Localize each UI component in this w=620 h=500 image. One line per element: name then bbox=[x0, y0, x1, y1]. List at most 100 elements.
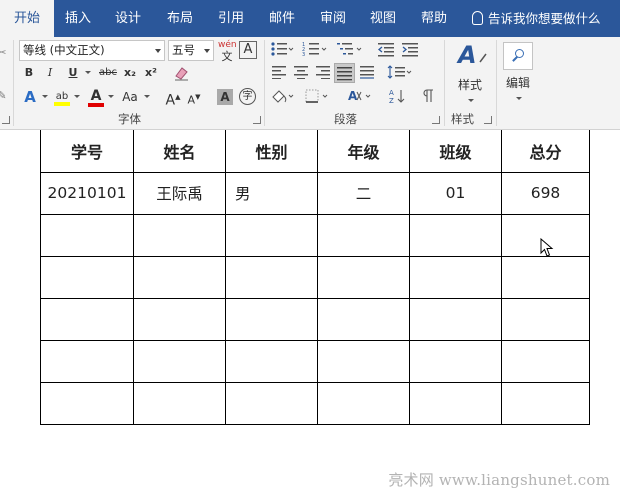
font-color-dropdown-icon[interactable] bbox=[106, 87, 114, 107]
table-cell[interactable] bbox=[40, 255, 134, 299]
table-cell[interactable] bbox=[409, 297, 502, 341]
align-center-button[interactable] bbox=[292, 65, 310, 85]
clear-formatting-icon[interactable] bbox=[173, 64, 191, 82]
table-cell[interactable] bbox=[409, 213, 502, 257]
font-size-combo[interactable]: 五号 bbox=[168, 40, 214, 61]
grow-font-button[interactable]: A▲ bbox=[165, 87, 181, 109]
clipboard-launcher-icon[interactable] bbox=[2, 116, 10, 124]
subscript-button[interactable]: x₂ bbox=[121, 63, 139, 83]
change-case-button[interactable]: Aa bbox=[118, 87, 142, 107]
phonetic-guide-icon[interactable]: wén 文 bbox=[218, 39, 237, 63]
table-cell[interactable]: 二 bbox=[317, 171, 410, 215]
table-cell[interactable] bbox=[225, 339, 318, 383]
shading-button[interactable] bbox=[270, 88, 296, 108]
table-cell[interactable] bbox=[133, 297, 226, 341]
table-cell[interactable] bbox=[501, 297, 590, 341]
strikethrough-button[interactable]: abc bbox=[96, 63, 120, 83]
cut-icon[interactable]: ✂ bbox=[0, 43, 8, 63]
document-page[interactable]: 学号 姓名 性别 年级 班级 总分 20210101 王际禹 男 二 01 69… bbox=[0, 130, 620, 500]
underline-dropdown-icon[interactable] bbox=[82, 63, 92, 83]
underline-button[interactable]: U bbox=[64, 63, 82, 83]
table-cell[interactable] bbox=[409, 255, 502, 299]
shrink-font-button[interactable]: A▼ bbox=[186, 87, 202, 107]
table-cell[interactable]: 男 bbox=[225, 171, 318, 215]
superscript-button[interactable]: x² bbox=[142, 63, 160, 83]
table-cell[interactable] bbox=[133, 339, 226, 383]
table-cell[interactable] bbox=[225, 381, 318, 425]
table-cell[interactable] bbox=[317, 297, 410, 341]
word-table[interactable]: 学号 姓名 性别 年级 班级 总分 20210101 王际禹 男 二 01 69… bbox=[40, 130, 590, 425]
editing-dropdown-icon[interactable] bbox=[513, 89, 523, 109]
highlight-button[interactable]: ab bbox=[52, 86, 72, 108]
italic-button[interactable]: I bbox=[42, 63, 58, 83]
table-cell[interactable] bbox=[317, 255, 410, 299]
text-effects-button[interactable]: A bbox=[20, 87, 40, 107]
table-cell[interactable] bbox=[501, 255, 590, 299]
header-cell-class[interactable]: 班级 bbox=[409, 130, 502, 173]
table-cell[interactable] bbox=[133, 213, 226, 257]
numbering-button[interactable]: 123 bbox=[302, 41, 328, 61]
header-cell-grade[interactable]: 年级 bbox=[317, 130, 410, 173]
table-cell[interactable] bbox=[40, 381, 134, 425]
sort-button[interactable]: AZ bbox=[389, 88, 411, 108]
table-cell[interactable] bbox=[225, 213, 318, 257]
tab-home[interactable]: 开始 bbox=[0, 0, 54, 38]
table-cell[interactable] bbox=[225, 297, 318, 341]
table-cell[interactable] bbox=[40, 213, 134, 257]
bullets-button[interactable] bbox=[270, 41, 294, 61]
table-cell[interactable] bbox=[317, 339, 410, 383]
table-cell[interactable] bbox=[225, 255, 318, 299]
styles-dialog-launcher-icon[interactable] bbox=[484, 116, 492, 124]
table-cell[interactable] bbox=[409, 339, 502, 383]
align-left-button[interactable] bbox=[270, 65, 288, 85]
distributed-button[interactable] bbox=[358, 65, 376, 85]
change-case-dropdown-icon[interactable] bbox=[142, 87, 150, 107]
table-cell[interactable] bbox=[501, 339, 590, 383]
justify-button[interactable] bbox=[334, 63, 355, 83]
line-spacing-button[interactable] bbox=[387, 65, 413, 85]
tab-help[interactable]: 帮助 bbox=[410, 0, 458, 37]
format-painter-icon[interactable]: ✎ bbox=[0, 86, 8, 106]
font-dialog-launcher-icon[interactable] bbox=[253, 116, 261, 124]
styles-dropdown-icon[interactable] bbox=[465, 91, 475, 111]
table-cell[interactable] bbox=[501, 381, 590, 425]
decrease-indent-button[interactable] bbox=[376, 41, 396, 61]
sort-asian-layout-button[interactable]: A bbox=[347, 88, 375, 108]
tab-design[interactable]: 设计 bbox=[104, 0, 152, 37]
tab-layout[interactable]: 布局 bbox=[156, 0, 204, 37]
character-border-icon[interactable]: A bbox=[239, 41, 257, 59]
table-cell[interactable] bbox=[40, 297, 134, 341]
table-cell[interactable]: 王际禹 bbox=[133, 171, 226, 215]
table-cell[interactable] bbox=[409, 381, 502, 425]
paragraph-dialog-launcher-icon[interactable] bbox=[432, 116, 440, 124]
table-cell[interactable] bbox=[40, 339, 134, 383]
header-cell-total-score[interactable]: 总分 bbox=[501, 130, 590, 173]
table-cell[interactable] bbox=[317, 381, 410, 425]
multilevel-list-button[interactable] bbox=[336, 41, 364, 61]
tell-me-search[interactable]: 告诉我你想要做什么 bbox=[472, 0, 601, 37]
tab-insert[interactable]: 插入 bbox=[54, 0, 102, 37]
find-icon[interactable] bbox=[503, 42, 533, 70]
increase-indent-button[interactable] bbox=[400, 41, 420, 61]
tab-references[interactable]: 引用 bbox=[207, 0, 255, 37]
header-cell-name[interactable]: 姓名 bbox=[133, 130, 226, 173]
tab-mailings[interactable]: 邮件 bbox=[258, 0, 306, 37]
table-cell[interactable]: 01 bbox=[409, 171, 502, 215]
font-color-button[interactable]: A bbox=[86, 86, 106, 108]
styles-icon[interactable]: A bbox=[458, 41, 477, 69]
table-cell[interactable] bbox=[317, 213, 410, 257]
show-formatting-marks-button[interactable] bbox=[421, 88, 437, 108]
table-cell[interactable] bbox=[133, 381, 226, 425]
text-effects-dropdown-icon[interactable] bbox=[40, 87, 48, 107]
borders-button[interactable] bbox=[304, 88, 332, 108]
table-cell[interactable] bbox=[133, 255, 226, 299]
enclose-characters-button[interactable]: 字 bbox=[239, 88, 256, 105]
header-cell-gender[interactable]: 性别 bbox=[225, 130, 318, 173]
table-cell[interactable]: 20210101 bbox=[40, 171, 134, 215]
bold-button[interactable]: B bbox=[20, 63, 38, 83]
tab-view[interactable]: 视图 bbox=[359, 0, 407, 37]
highlight-dropdown-icon[interactable] bbox=[72, 87, 80, 107]
table-cell[interactable]: 698 bbox=[501, 171, 590, 215]
align-right-button[interactable] bbox=[314, 65, 332, 85]
tab-review[interactable]: 审阅 bbox=[309, 0, 357, 37]
